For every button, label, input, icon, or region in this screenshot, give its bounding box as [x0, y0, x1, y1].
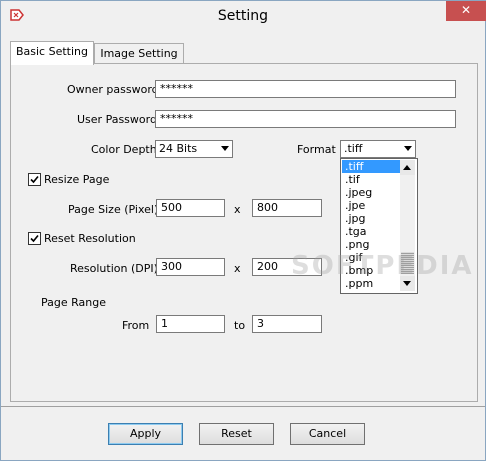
resize-page-label: Resize Page: [44, 173, 110, 186]
check-icon: [30, 234, 39, 243]
format-label: Format: [297, 143, 336, 156]
from-label: From: [122, 319, 150, 332]
from-page-field[interactable]: 1: [156, 315, 225, 333]
page-height-field[interactable]: 800: [252, 199, 322, 217]
to-page-field[interactable]: 3: [252, 315, 322, 333]
reset-resolution-checkbox[interactable]: [28, 232, 41, 245]
check-icon: [30, 175, 39, 184]
chevron-up-icon: [403, 165, 411, 170]
list-item[interactable]: .tif: [342, 173, 402, 186]
page-size-separator: x: [234, 203, 241, 216]
close-icon: ✕: [460, 3, 472, 17]
resolution-separator: x: [234, 262, 241, 275]
page-width-field[interactable]: 500: [156, 199, 225, 217]
owner-password-label: Owner password: [67, 83, 159, 96]
settings-window: Setting ✕ Basic Setting Image Setting Ow…: [0, 0, 486, 461]
color-depth-label: Color Depth: [91, 143, 157, 156]
list-item[interactable]: .tiff: [342, 160, 402, 173]
to-label: to: [234, 319, 246, 332]
watermark: SOFTPEDIA: [291, 251, 474, 281]
color-depth-select[interactable]: 24 Bits: [155, 140, 233, 158]
list-item[interactable]: .jpeg: [342, 186, 402, 199]
user-password-label: User Password: [77, 113, 157, 126]
close-button[interactable]: ✕: [446, 1, 486, 21]
list-item[interactable]: .png: [342, 238, 402, 251]
scroll-up-button[interactable]: [400, 160, 415, 175]
page-size-label: Page Size (Pixel): [68, 203, 159, 216]
title-bar[interactable]: Setting ✕: [1, 1, 486, 32]
chevron-down-icon: [221, 146, 229, 151]
divider: [1, 406, 485, 407]
apply-button[interactable]: Apply: [108, 423, 183, 445]
page-range-label: Page Range: [41, 296, 106, 309]
reset-resolution-label: Reset Resolution: [44, 232, 136, 245]
resize-page-checkbox[interactable]: [28, 173, 41, 186]
window-title: Setting: [217, 8, 269, 24]
tab-image-setting[interactable]: Image Setting: [94, 43, 184, 64]
format-select[interactable]: .tiff: [340, 140, 416, 158]
chevron-down-icon: [404, 146, 412, 151]
tab-basic-setting[interactable]: Basic Setting: [10, 41, 94, 65]
list-item[interactable]: .tga: [342, 225, 402, 238]
reset-button[interactable]: Reset: [199, 423, 274, 445]
user-password-field[interactable]: ******: [155, 110, 456, 128]
list-item[interactable]: .jpg: [342, 212, 402, 225]
chevron-down-icon: [403, 281, 411, 286]
resolution-label: Resolution (DPI): [70, 262, 158, 275]
owner-password-field[interactable]: ******: [155, 80, 456, 98]
list-item[interactable]: .jpe: [342, 199, 402, 212]
resolution-x-field[interactable]: 300: [156, 258, 225, 276]
cancel-button[interactable]: Cancel: [290, 423, 365, 445]
